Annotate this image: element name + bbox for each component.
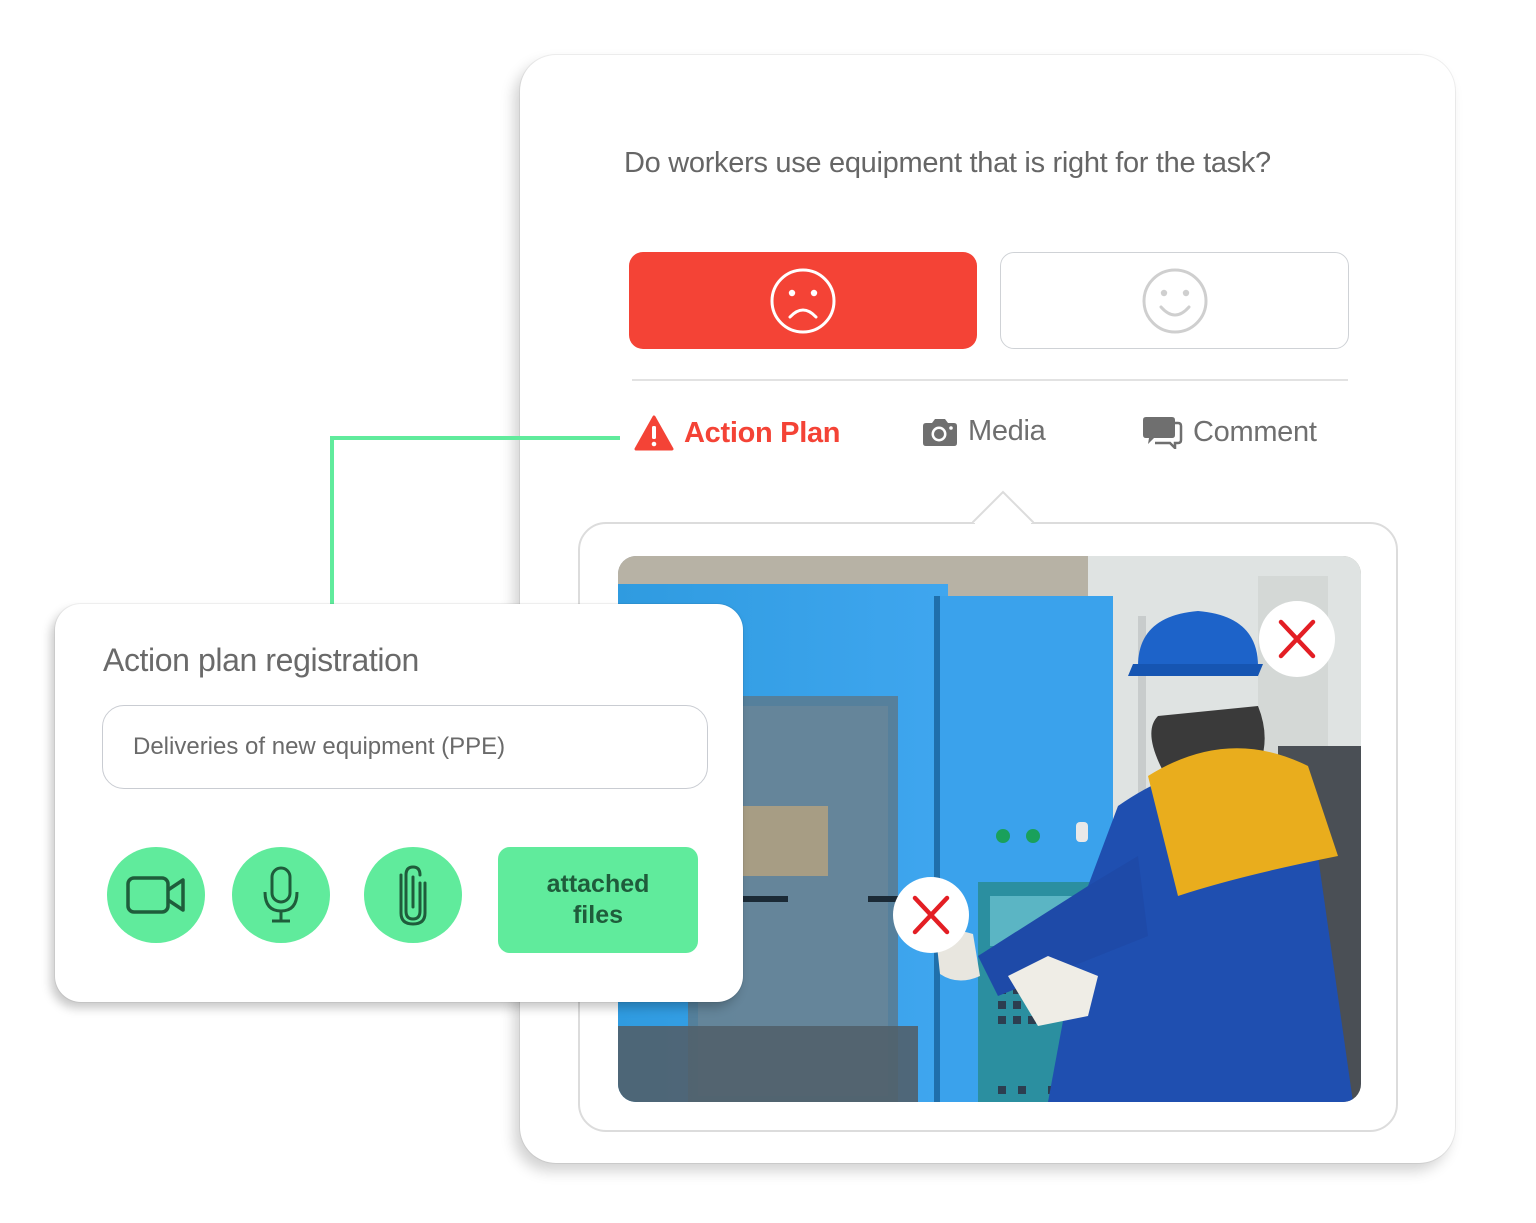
panel-pointer [972,490,1034,524]
microphone-icon [263,866,299,923]
action-plan-input[interactable] [102,705,708,789]
attach-file-button[interactable] [364,847,462,943]
paperclip-icon [399,865,427,926]
divider [632,379,1348,381]
question-text: Do workers use equipment that is right f… [624,147,1271,179]
chat-bubbles-icon [1143,417,1183,449]
record-video-button[interactable] [107,847,205,943]
action-plan-card: Action plan registration attached files [55,604,743,1002]
tab-media[interactable]: Media [922,415,1046,448]
camera-icon [923,418,957,446]
issue-marker-2[interactable] [893,877,969,953]
tab-action-plan[interactable]: Action Plan [634,415,841,451]
sad-face-icon [770,268,836,333]
x-mark-icon [1278,619,1316,659]
issue-marker-1[interactable] [1259,601,1335,677]
tab-label: Action Plan [684,416,841,449]
x-mark-icon [912,895,950,935]
answer-yes-button[interactable] [1000,252,1349,349]
warning-triangle-icon [634,415,674,451]
video-camera-icon [126,876,185,914]
attached-files-label-line2: files [572,901,624,929]
attached-files-button[interactable]: attached files [498,847,698,953]
record-audio-button[interactable] [232,847,330,943]
tab-comment[interactable]: Comment [1143,415,1317,449]
happy-face-icon [1142,268,1207,333]
tab-label: Media [968,415,1046,447]
action-plan-title: Action plan registration [103,642,419,678]
tab-label: Comment [1193,415,1317,448]
attached-files-label-line1: attached [546,870,650,898]
answer-no-button[interactable] [629,252,977,349]
